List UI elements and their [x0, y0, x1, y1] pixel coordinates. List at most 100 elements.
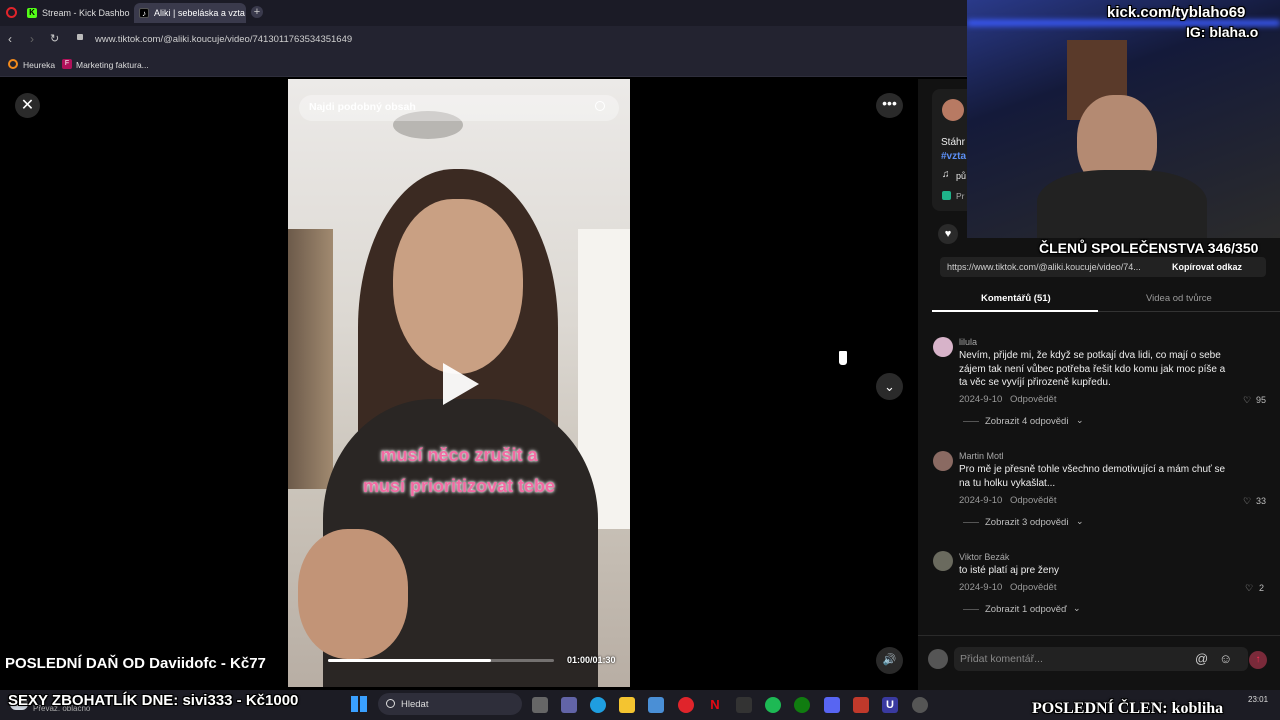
view-replies-button[interactable]: Zobrazit 3 odpovědi — [985, 517, 1068, 528]
comment-reply-button[interactable]: Odpovědět — [1010, 582, 1056, 593]
extra-label: Pr — [956, 191, 965, 201]
comment-username[interactable]: lilula — [959, 337, 977, 347]
more-options-button[interactable]: ••• — [876, 93, 903, 118]
music-label[interactable]: pů — [956, 171, 966, 181]
replies-divider-line — [963, 522, 979, 523]
music-note-icon: ♫ — [942, 169, 950, 180]
video-search-input[interactable]: Najdi podobný obsah — [309, 101, 416, 113]
tab-tiktok-video[interactable]: ♪ Aliki | sebeláska a vzta — [134, 3, 246, 23]
heart-outline-icon[interactable]: ♡ — [1243, 496, 1251, 507]
edge-icon[interactable] — [590, 697, 606, 713]
taskbar-search-label: Hledat — [401, 699, 429, 710]
comment-text: to isté platí aj pre ženy — [959, 565, 1060, 576]
netflix-icon[interactable]: N — [707, 697, 723, 713]
app-red-icon[interactable] — [853, 697, 869, 713]
store-icon[interactable] — [648, 697, 664, 713]
clock-label: 23:01 — [1248, 695, 1269, 704]
copy-link-url: https://www.tiktok.com/@aliki.koucuje/vi… — [947, 262, 1141, 272]
last-tax-text: POSLEDNÍ DAŇ OD Daviidofc - Kč77 — [5, 655, 266, 672]
comment-composer-divider — [918, 635, 1280, 636]
comment-avatar[interactable] — [933, 337, 953, 357]
volume-button[interactable]: 🔊 — [876, 647, 903, 674]
opera-logo-icon[interactable] — [6, 7, 17, 18]
video-progress-track[interactable] — [328, 659, 554, 662]
view-replies-button[interactable]: Zobrazit 1 odpověď — [985, 604, 1067, 615]
heart-outline-icon[interactable]: ♡ — [1243, 395, 1251, 406]
mention-icon[interactable]: @ — [1195, 651, 1208, 666]
teams-icon[interactable] — [561, 697, 577, 713]
comment-username[interactable]: Martin Motl — [959, 451, 1004, 461]
chevron-down-icon: ⌄ — [1076, 516, 1084, 526]
copy-link-row: https://www.tiktok.com/@aliki.koucuje/vi… — [940, 257, 1266, 277]
comment-avatar[interactable] — [933, 451, 953, 471]
replies-divider-line — [963, 609, 979, 610]
play-icon[interactable] — [443, 363, 479, 405]
video-player[interactable]: Najdi podobný obsah musí něco zrušit a m… — [288, 79, 630, 687]
comment-text: Nevím, přijde mi, že když se potkají dva… — [959, 350, 1226, 388]
bookmark-marketing[interactable]: Marketing faktura... — [76, 60, 149, 70]
app-gear-icon[interactable] — [912, 697, 928, 713]
xbox-icon[interactable] — [794, 697, 810, 713]
spotify-icon[interactable] — [765, 697, 781, 713]
comment-date: 2024-9-10 — [959, 394, 1003, 405]
comment-like-count: 2 — [1258, 583, 1264, 593]
forward-icon[interactable]: › — [30, 32, 34, 46]
back-icon[interactable]: ‹ — [8, 32, 12, 46]
heureka-icon — [8, 59, 18, 69]
creator-avatar[interactable] — [942, 99, 964, 121]
emoji-icon[interactable]: ☺ — [1219, 651, 1232, 666]
sexy-donor-text: SEXY ZBOHATLÍK DNE: sivi333 - Kč1000 — [8, 692, 299, 709]
person-hand — [298, 529, 408, 659]
new-tab-button[interactable]: + — [251, 6, 263, 18]
comment-date: 2024-9-10 — [959, 495, 1003, 506]
comment-avatar[interactable] — [933, 551, 953, 571]
video-search-bar[interactable]: Najdi podobný obsah — [299, 95, 619, 121]
chevron-down-icon: ⌄ — [1076, 415, 1084, 425]
discord-icon[interactable] — [824, 697, 840, 713]
tab-creator-videos[interactable]: Videa od tvůrce — [1146, 293, 1212, 304]
comment-reply-button[interactable]: Odpovědět — [1010, 495, 1056, 506]
bookmark-heureka[interactable]: Heureka — [23, 60, 55, 70]
replies-divider-line — [963, 421, 979, 422]
green-tag-icon — [942, 191, 951, 200]
tab-active-underline — [932, 310, 1098, 312]
comment-like-count: 33 — [1255, 496, 1266, 506]
like-heart-icon[interactable]: ♥ — [938, 224, 958, 244]
tab-kick-dashboard[interactable]: K Stream - Kick Dashboard — [22, 3, 130, 23]
kick-url-text: kick.com/tyblaho69 — [1107, 4, 1246, 21]
comment-reply-button[interactable]: Odpovědět — [1010, 394, 1056, 405]
app-u-icon[interactable]: U — [882, 697, 898, 713]
kick-favicon-icon: K — [27, 8, 37, 18]
faktura-icon: F — [62, 59, 72, 69]
video-description: Stáhr — [941, 137, 965, 148]
reload-icon[interactable]: ↻ — [50, 32, 59, 45]
file-explorer-icon[interactable] — [619, 697, 635, 713]
mouse-cursor-icon — [838, 350, 848, 366]
close-button[interactable]: ✕ — [15, 93, 40, 118]
search-icon[interactable] — [595, 101, 605, 111]
caption-line-1: musí něco zrušit a — [380, 445, 538, 465]
url-field[interactable]: www.tiktok.com/@aliki.koucuje/video/7413… — [95, 34, 352, 45]
opera-icon[interactable] — [678, 697, 694, 713]
webcam-person-body — [1037, 170, 1207, 238]
video-time: 01:00/01:30 — [567, 655, 616, 665]
task-view-icon[interactable] — [532, 697, 548, 713]
taskbar-search[interactable]: Hledat — [378, 693, 522, 715]
epic-games-icon[interactable] — [736, 697, 752, 713]
instagram-text: IG: blaha.o — [1186, 24, 1259, 40]
person-face — [393, 199, 523, 374]
send-comment-button[interactable]: ↑ — [1249, 651, 1267, 669]
chevron-down-icon: ⌄ — [1073, 603, 1081, 613]
next-video-button[interactable]: ⌄ — [876, 373, 903, 400]
add-comment-field[interactable]: Přidat komentář... @ ☺ — [954, 647, 1248, 671]
view-replies-button[interactable]: Zobrazit 4 odpovědi — [985, 416, 1068, 427]
copy-link-button[interactable]: Kopírovat odkaz — [1172, 262, 1242, 272]
hashtag-link[interactable]: #vzta — [941, 151, 966, 162]
heart-outline-icon[interactable]: ♡ — [1245, 583, 1253, 594]
members-count-text: ČLENŮ SPOLEČENSTVA 346/350 — [1039, 240, 1259, 256]
add-comment-input[interactable]: Přidat komentář... — [960, 653, 1043, 665]
comment-text: Pro mě je přesně tohle všechno demotivuj… — [959, 464, 1226, 489]
start-icon[interactable] — [351, 696, 367, 712]
tab-comments[interactable]: Komentářů (51) — [981, 293, 1051, 304]
comment-username[interactable]: Viktor Bezák — [959, 552, 1009, 562]
